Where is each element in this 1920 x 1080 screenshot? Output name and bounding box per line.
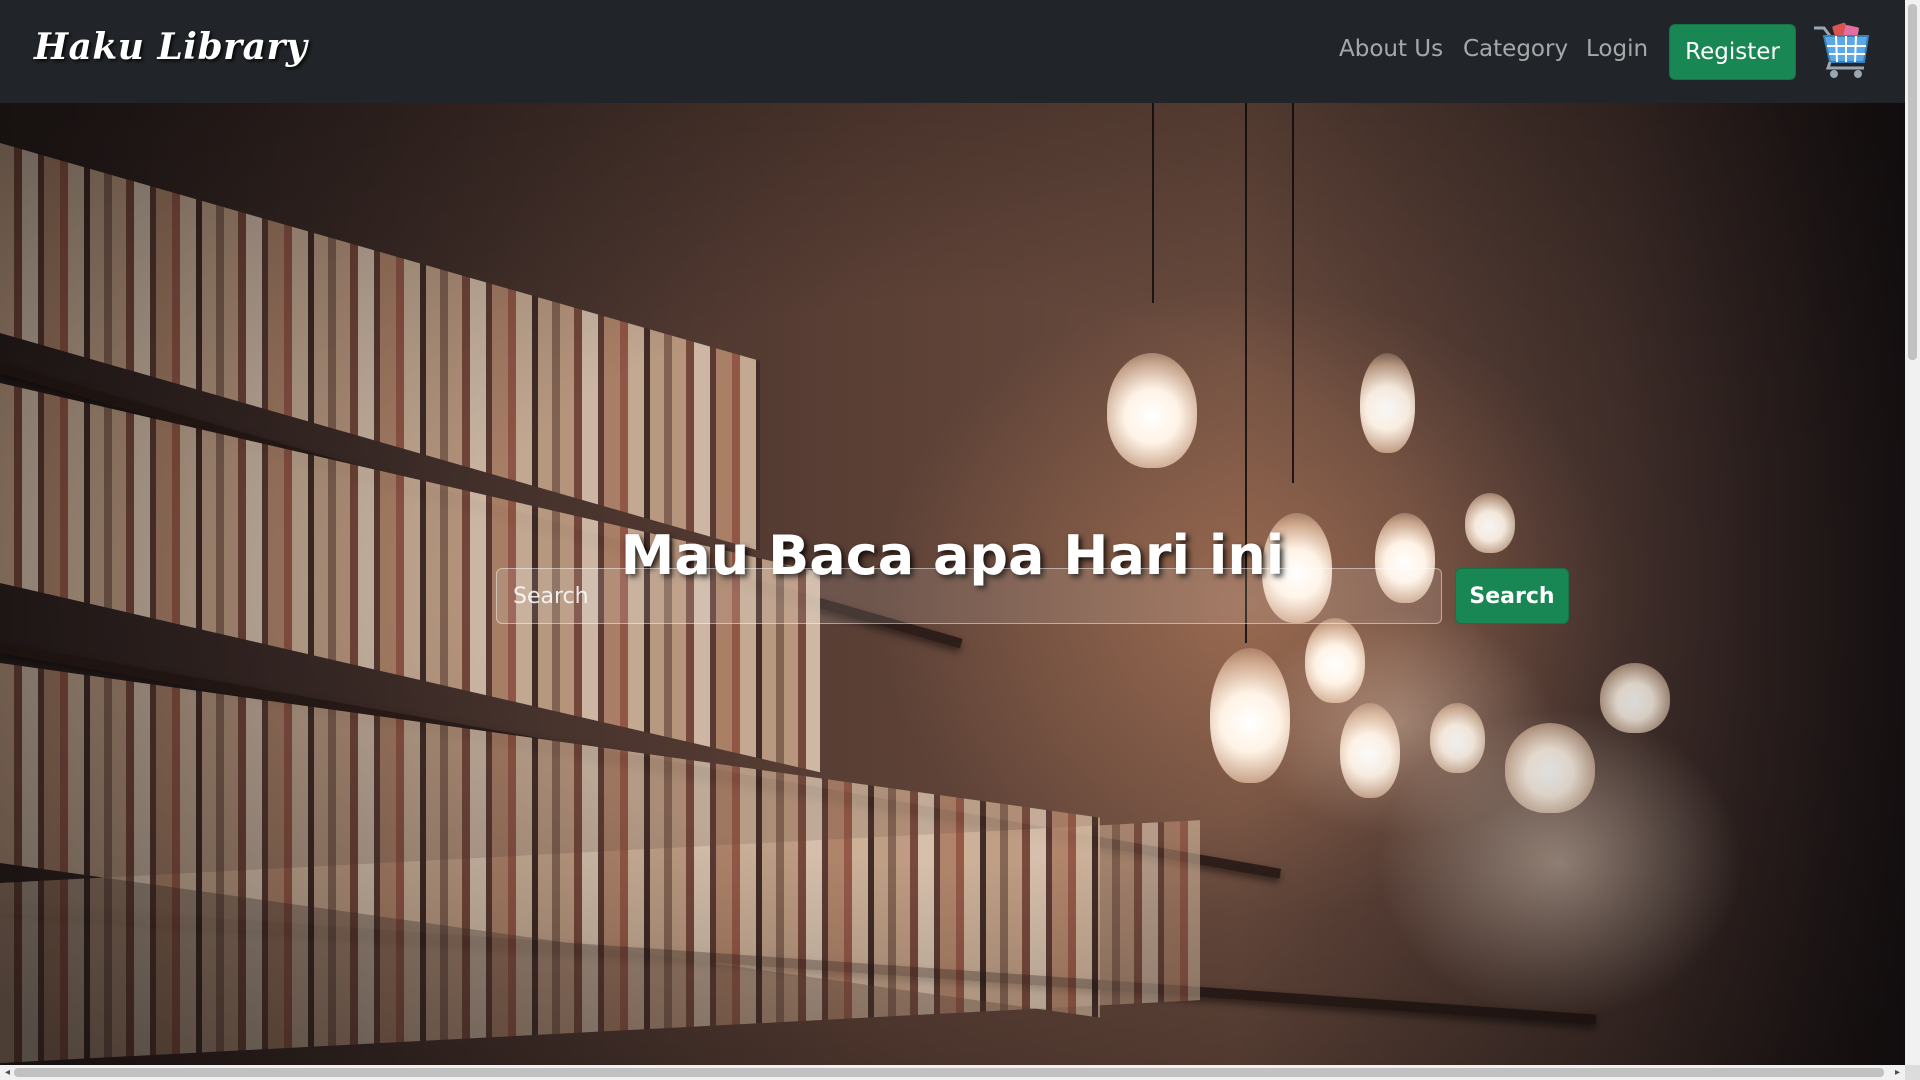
nav-link-about-us[interactable]: About Us (1339, 36, 1443, 62)
nav-link-category[interactable]: Category (1463, 36, 1568, 62)
brand-logo[interactable]: Haku Library (34, 26, 307, 68)
horizontal-scrollbar-thumb[interactable] (14, 1068, 1884, 1077)
nav-link-login[interactable]: Login (1586, 36, 1648, 62)
scroll-left-arrow-icon[interactable]: ◂ (0, 1065, 15, 1080)
scrollbar-corner (1905, 1065, 1920, 1080)
register-button[interactable]: Register (1669, 24, 1796, 80)
scroll-right-arrow-icon[interactable]: ▸ (1890, 1065, 1905, 1080)
search-input[interactable] (496, 568, 1442, 624)
vertical-scrollbar-thumb[interactable] (1908, 4, 1917, 360)
search-button[interactable]: Search (1455, 568, 1569, 624)
shopping-cart-icon[interactable] (1810, 22, 1872, 80)
page-viewport: Haku Library About Us Category Login Reg… (0, 0, 1905, 1065)
navbar: Haku Library About Us Category Login Reg… (0, 0, 1905, 103)
